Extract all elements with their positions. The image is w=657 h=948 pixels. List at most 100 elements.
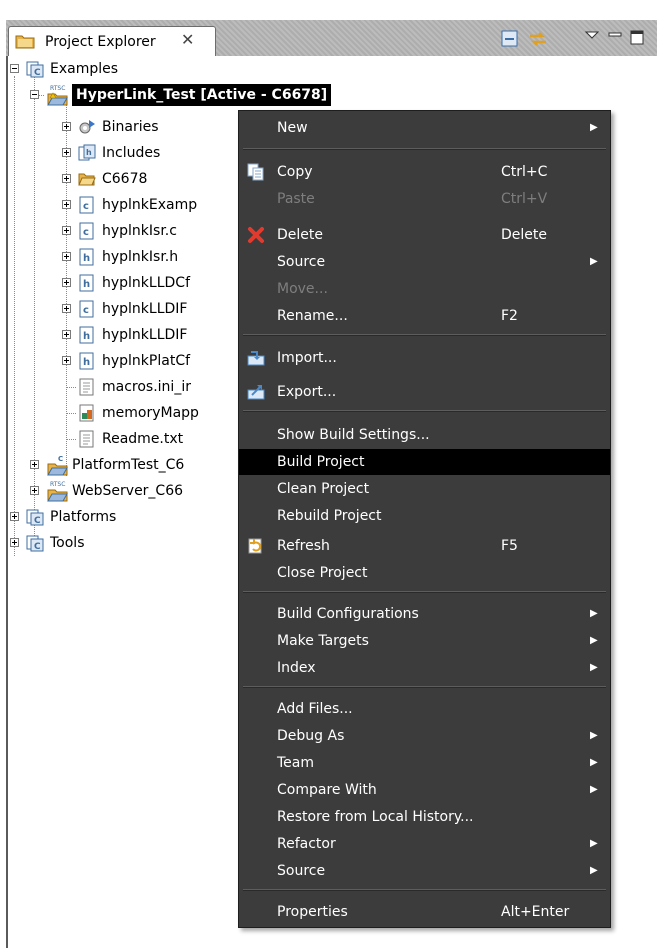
menu-item-delete[interactable]: Delete Delete: [239, 222, 610, 248]
menu-item-properties[interactable]: Properties Alt+Enter: [239, 899, 610, 925]
tree-item-hyperlink-test[interactable]: RTSC HyperLink_Test [Active - C6678]: [6, 82, 426, 108]
expand-toggle[interactable]: [62, 252, 71, 261]
rtsc-project-open-folder-icon: RTSC: [47, 481, 68, 502]
view-menu-icon[interactable]: [582, 28, 602, 50]
menu-separator: [243, 148, 606, 150]
tree-item-webserver[interactable]: RTSC WebServer_C66: [6, 478, 246, 504]
svg-text:RTSC: RTSC: [50, 85, 65, 92]
menu-item-move[interactable]: Move...: [239, 276, 610, 302]
svg-text:C: C: [34, 516, 41, 526]
collapse-all-icon[interactable]: [500, 28, 520, 50]
tree-item-includes[interactable]: h Includes: [6, 140, 246, 166]
collapse-toggle[interactable]: [10, 64, 19, 73]
expand-toggle[interactable]: [62, 304, 71, 313]
menu-item-compare-with[interactable]: Compare With ▶: [239, 777, 610, 803]
c-source-file-icon: c: [79, 222, 94, 240]
submenu-arrow-icon: ▶: [590, 730, 598, 741]
expand-toggle[interactable]: [30, 460, 39, 469]
expand-toggle[interactable]: [62, 200, 71, 209]
tree-item-binaries[interactable]: Binaries: [6, 114, 246, 140]
menu-item-refactor[interactable]: Refactor ▶: [239, 831, 610, 857]
menu-item-refresh[interactable]: Refresh F5: [239, 533, 610, 559]
svg-text:h: h: [83, 279, 90, 290]
menu-item-build-configurations[interactable]: Build Configurations ▶: [239, 601, 610, 627]
submenu-arrow-icon: ▶: [590, 757, 598, 768]
tree-item-c6678[interactable]: C6678: [6, 166, 246, 192]
submenu-arrow-icon: ▶: [590, 122, 598, 133]
menu-item-show-build-settings[interactable]: Show Build Settings...: [239, 422, 610, 448]
tree-item-macros-ini[interactable]: macros.ini_ir: [6, 374, 246, 400]
expand-toggle[interactable]: [62, 278, 71, 287]
tree-item-memorymap[interactable]: memoryMapp: [6, 400, 246, 426]
close-icon[interactable]: ✕: [181, 30, 194, 49]
tree-item-hyplnkexamp[interactable]: c hyplnkExamp: [6, 192, 246, 218]
menu-item-close-project[interactable]: Close Project: [239, 560, 610, 586]
menu-item-clean-project[interactable]: Clean Project: [239, 476, 610, 502]
minimize-icon[interactable]: [606, 28, 626, 50]
menu-separator: [243, 334, 606, 336]
maximize-icon[interactable]: [628, 28, 648, 50]
expand-toggle[interactable]: [62, 226, 71, 235]
expand-toggle[interactable]: [62, 148, 71, 157]
tree-item-hyplnklldif-h[interactable]: h hyplnkLLDIF: [6, 322, 246, 348]
tree-item-hyplnkisr-c[interactable]: c hyplnkIsr.c: [6, 218, 246, 244]
tree-item-platforms[interactable]: C Platforms: [6, 504, 246, 530]
menu-item-team[interactable]: Team ▶: [239, 750, 610, 776]
svg-text:C: C: [58, 455, 63, 463]
submenu-arrow-icon: ▶: [590, 662, 598, 673]
tree-item-hyplnkisr-h[interactable]: h hyplnkIsr.h: [6, 244, 246, 270]
c-project-folder-icon: C: [26, 535, 44, 552]
c-source-file-icon: c: [79, 196, 94, 214]
binaries-icon: [79, 120, 95, 134]
expand-toggle[interactable]: [62, 122, 71, 131]
header-file-icon: h: [79, 248, 94, 266]
expand-toggle[interactable]: [62, 174, 71, 183]
menu-item-make-targets[interactable]: Make Targets ▶: [239, 628, 610, 654]
menu-item-index[interactable]: Index ▶: [239, 655, 610, 681]
menu-item-paste[interactable]: Paste Ctrl+V: [239, 186, 610, 212]
menu-item-source[interactable]: Source ▶: [239, 249, 610, 275]
tree-item-examples[interactable]: C Examples: [6, 56, 306, 82]
expand-toggle[interactable]: [10, 538, 19, 547]
svg-text:h: h: [86, 148, 92, 157]
tree-item-platformtest[interactable]: C PlatformTest_C6: [6, 452, 246, 478]
menu-item-new[interactable]: New ▶: [239, 115, 610, 141]
menu-item-debug-as[interactable]: Debug As ▶: [239, 723, 610, 749]
text-file-icon: [79, 430, 94, 448]
svg-text:RTSC: RTSC: [50, 481, 65, 488]
tree-item-hyplnkplatcf[interactable]: h hyplnkPlatCf: [6, 348, 246, 374]
menu-item-rename[interactable]: Rename... F2: [239, 303, 610, 329]
header-file-icon: h: [79, 326, 94, 344]
menu-separator: [243, 591, 606, 593]
tab-label: Project Explorer: [45, 34, 156, 50]
submenu-arrow-icon: ▶: [590, 865, 598, 876]
submenu-arrow-icon: ▶: [590, 635, 598, 646]
menu-item-rebuild-project[interactable]: Rebuild Project: [239, 503, 610, 529]
menu-item-copy[interactable]: Copy Ctrl+C: [239, 159, 610, 185]
menu-item-add-files[interactable]: Add Files...: [239, 696, 610, 722]
expand-toggle[interactable]: [30, 486, 39, 495]
tree-item-tools[interactable]: C Tools: [6, 530, 246, 556]
expand-toggle[interactable]: [10, 512, 19, 521]
menu-item-build-project[interactable]: Build Project: [239, 449, 610, 475]
menu-separator: [243, 686, 606, 688]
menu-item-import[interactable]: Import...: [239, 345, 610, 371]
tree-item-hyplnklldif-c[interactable]: c hyplnkLLDIF: [6, 296, 246, 322]
menu-item-source-2[interactable]: Source ▶: [239, 858, 610, 884]
submenu-arrow-icon: ▶: [590, 838, 598, 849]
expand-toggle[interactable]: [62, 356, 71, 365]
svg-text:c: c: [83, 305, 89, 316]
tree-item-readme[interactable]: Readme.txt: [6, 426, 246, 452]
link-with-editor-icon[interactable]: [528, 28, 548, 50]
menu-item-export[interactable]: Export...: [239, 379, 610, 405]
header-file-icon: h: [79, 274, 94, 292]
tree-item-hyplnklldcf[interactable]: h hyplnkLLDCf: [6, 270, 246, 296]
submenu-arrow-icon: ▶: [590, 256, 598, 267]
rtsc-project-icon: RTSC: [47, 85, 68, 106]
menu-separator: [243, 889, 606, 891]
tab-project-explorer[interactable]: Project Explorer ✕: [8, 26, 216, 56]
collapse-toggle[interactable]: [30, 90, 39, 99]
menu-item-restore-history[interactable]: Restore from Local History...: [239, 804, 610, 830]
expand-toggle[interactable]: [62, 330, 71, 339]
folder-icon: [15, 35, 35, 49]
